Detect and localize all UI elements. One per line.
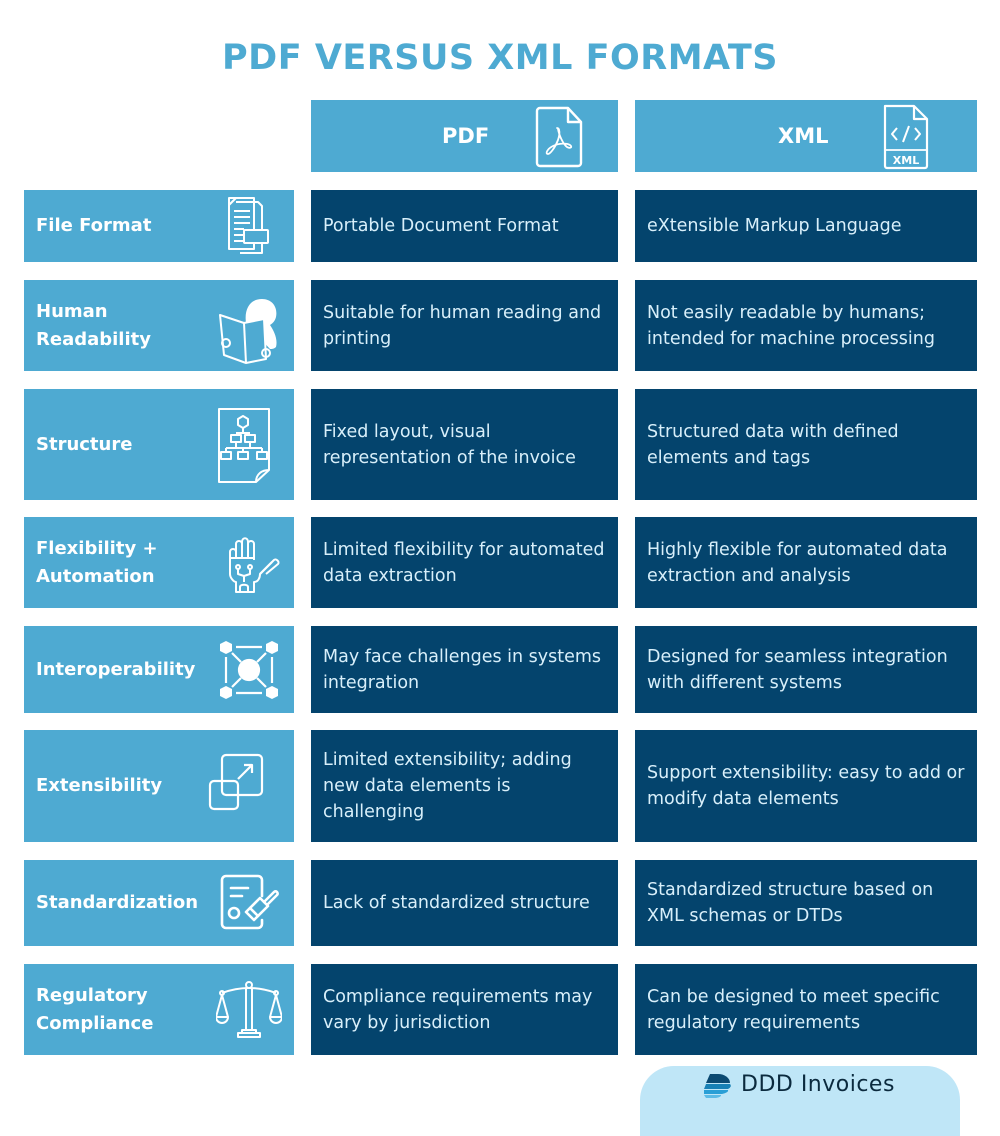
xml-cell-structure: Structured data with defined elements an… <box>635 389 977 500</box>
documents-icon <box>216 193 282 259</box>
row-label-human-readability: Human Readability <box>24 280 294 371</box>
pdf-cell-flexibility-automation: Limited flexibility for automated data e… <box>311 517 618 608</box>
row-label-text: Flexibility + Automation <box>36 537 158 587</box>
row-label-structure: Structure <box>24 389 294 500</box>
xml-file-icon: XML <box>881 104 931 170</box>
row-label-text: File Format <box>36 215 152 236</box>
row-label-text: Human Readability <box>36 300 151 350</box>
brand-badge[interactable]: DDD Invoices <box>640 1066 960 1136</box>
row-label-file-format: File Format <box>24 190 294 262</box>
row-label-text: Extensibility <box>36 775 163 796</box>
scales-icon <box>216 977 282 1043</box>
pdf-cell-interoperability: May face challenges in systems integrati… <box>311 626 618 713</box>
column-header-label: PDF <box>442 124 490 148</box>
svg-text:XML: XML <box>893 154 919 167</box>
row-label-text: Regulatory Compliance <box>36 984 154 1034</box>
pdf-cell-standardization: Lack of standardized structure <box>311 860 618 946</box>
row-label-regulatory-compliance: Regulatory Compliance <box>24 964 294 1055</box>
column-header-label: XML <box>778 124 829 148</box>
xml-cell-human-readability: Not easily readable by humans; intended … <box>635 280 977 371</box>
xml-cell-regulatory-compliance: Can be designed to meet specific regulat… <box>635 964 977 1055</box>
pdf-cell-file-format: Portable Document Format <box>311 190 618 262</box>
row-label-flexibility-automation: Flexibility + Automation <box>24 517 294 608</box>
cell-text: Can be designed to meet specific regulat… <box>647 986 940 1033</box>
hierarchy-document-icon <box>216 406 272 484</box>
xml-cell-file-format: eXtensible Markup Language <box>635 190 977 262</box>
cell-text: Designed for seamless integration with d… <box>647 646 948 693</box>
column-header-pdf: PDF <box>311 100 618 172</box>
cell-text: Limited extensibility; adding new data e… <box>323 750 572 822</box>
row-label-standardization: Standardization <box>24 860 294 946</box>
cell-text: Limited flexibility for automated data e… <box>323 539 605 586</box>
row-label-extensibility: Extensibility <box>24 730 294 842</box>
cell-text: Standardized structure based on XML sche… <box>647 880 934 926</box>
network-nodes-icon <box>216 637 282 703</box>
row-label-text: Structure <box>36 433 133 455</box>
xml-cell-standardization: Standardized structure based on XML sche… <box>635 860 977 946</box>
row-label-interoperability: Interoperability <box>24 626 294 713</box>
xml-cell-extensibility: Support extensibility: easy to add or mo… <box>635 730 977 842</box>
pdf-cell-structure: Fixed layout, visual representation of t… <box>311 389 618 500</box>
pdf-cell-human-readability: Suitable for human reading and printing <box>311 280 618 371</box>
cell-text: Not easily readable by humans; intended … <box>647 302 935 349</box>
xml-cell-flexibility-automation: Highly flexible for automated data extra… <box>635 517 977 608</box>
cell-text: Compliance requirements may vary by juri… <box>323 986 593 1033</box>
cell-text: eXtensible Markup Language <box>647 216 902 236</box>
cell-text: Structured data with defined elements an… <box>647 421 899 468</box>
column-header-xml: XML XML <box>635 100 977 172</box>
page-title: PDF VERSUS XML FORMATS <box>222 38 778 78</box>
robot-hand-icon <box>216 530 282 596</box>
cell-text: Fixed layout, visual representation of t… <box>323 421 576 468</box>
brand-name: DDD Invoices <box>741 1072 895 1097</box>
row-label-text: Standardization <box>36 892 199 913</box>
pdf-cell-regulatory-compliance: Compliance requirements may vary by juri… <box>311 964 618 1055</box>
cell-text: Support extensibility: easy to add or mo… <box>647 763 965 809</box>
expand-squares-icon <box>208 753 274 819</box>
cell-text: Portable Document Format <box>323 216 559 236</box>
xml-cell-interoperability: Designed for seamless integration with d… <box>635 626 977 713</box>
cell-text: Suitable for human reading and printing <box>323 302 602 349</box>
person-reading-icon <box>216 293 282 364</box>
pdf-file-icon <box>535 106 585 168</box>
ddd-logo-icon <box>704 1074 732 1100</box>
stamp-document-icon <box>216 870 282 936</box>
pdf-cell-extensibility: Limited extensibility; adding new data e… <box>311 730 618 842</box>
cell-text: Lack of standardized structure <box>323 893 590 913</box>
cell-text: May face challenges in systems integrati… <box>323 646 602 693</box>
cell-text: Highly flexible for automated data extra… <box>647 539 948 586</box>
row-label-text: Interoperability <box>36 658 196 680</box>
